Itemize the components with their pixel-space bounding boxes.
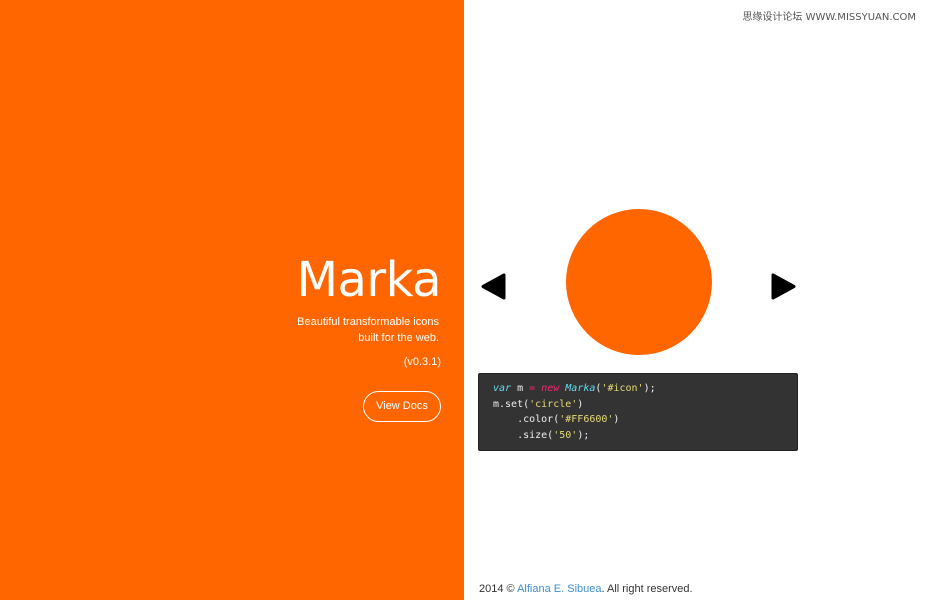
code-string: '#FF6600' — [559, 414, 614, 425]
tagline-line-2: built for the web. — [358, 332, 439, 344]
code-string: '50' — [553, 429, 578, 441]
code-line-2: m.set('circle') — [493, 397, 783, 413]
author-link[interactable]: Alfiana E. Sibuea — [517, 583, 601, 595]
brand-title: Marka — [296, 252, 442, 308]
code-sample: var m = new Marka('#icon'); m.set('circle… — [478, 373, 798, 451]
code-call: .size( — [493, 429, 554, 441]
code-paren: ); — [643, 383, 656, 394]
code-line-4: .size('50'); — [493, 428, 783, 444]
code-paren: ) — [577, 398, 584, 410]
version-label: (v0.3.1) — [403, 356, 441, 368]
code-keyword-var: var — [493, 383, 512, 394]
code-paren: ); — [577, 429, 590, 441]
footer-copyright: 2014 © — [479, 583, 518, 595]
tagline: Beautiful transformable icons built for … — [239, 314, 439, 346]
code-variable: m — [511, 383, 530, 394]
page: Marka Beautiful transformable icons buil… — [0, 0, 928, 600]
triangle-right-icon[interactable] — [771, 273, 797, 300]
code-paren: ) — [613, 414, 620, 425]
code-keyword-new: new — [541, 383, 560, 394]
code-line-1: var m = new Marka('#icon'); — [493, 381, 783, 397]
view-docs-button[interactable]: View Docs — [363, 391, 441, 422]
code-string: 'circle' — [529, 398, 578, 410]
code-call: .color( — [493, 414, 560, 425]
watermark: 思缘设计论坛 WWW.MISSYUAN.COM — [742, 12, 916, 23]
circle-icon — [566, 209, 712, 355]
footer: 2014 © Alfiana E. Sibuea. All right rese… — [479, 582, 693, 596]
triangle-left-icon[interactable] — [480, 273, 506, 300]
hero-panel: Marka Beautiful transformable icons buil… — [0, 0, 464, 600]
tagline-line-1: Beautiful transformable icons — [297, 316, 439, 328]
code-line-3: .color('#FF6600') — [493, 412, 783, 428]
code-class-name: Marka — [565, 383, 596, 394]
footer-rights: . All right reserved. — [601, 583, 693, 595]
code-call: m.set( — [493, 398, 530, 410]
code-string: '#icon' — [601, 383, 644, 394]
